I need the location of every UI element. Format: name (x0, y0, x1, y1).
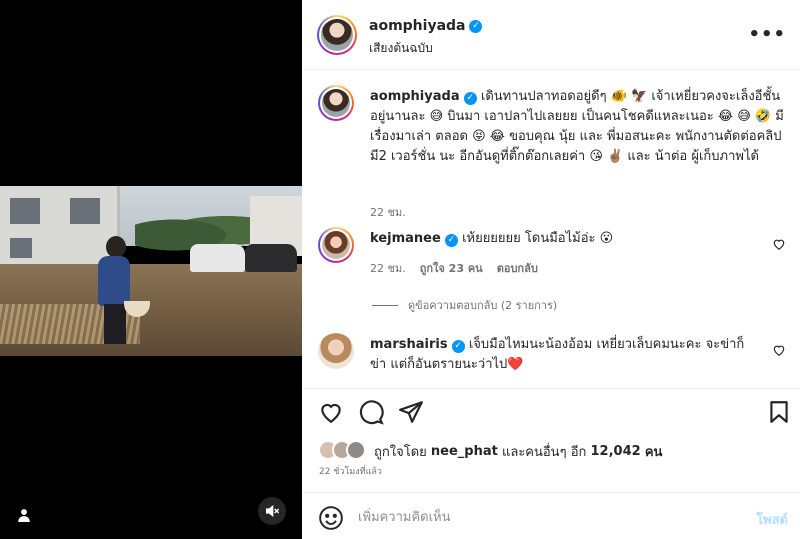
post-time[interactable]: 22 ชั่วโมงที่แล้ว (319, 464, 382, 478)
video-car-white (190, 244, 245, 272)
verified-badge-icon: ✓ (444, 234, 458, 247)
comment-likes[interactable]: ถูกใจ 23 คน (420, 259, 483, 277)
action-bar (302, 388, 800, 434)
comment-meta: 22 ชม. ถูกใจ 23 คน ตอบกลับ (370, 259, 538, 277)
comment-icon[interactable] (358, 399, 384, 425)
post-header: aomphiyada ✓ เสียงต้นฉบับ ••• (302, 0, 800, 70)
comments-section: aomphiyada ✓ เดินทานปลาทอดอยู่ดีๆ 🐠 🦅 เจ… (302, 71, 800, 387)
likes-suffix: คน (644, 444, 663, 460)
video-player[interactable] (0, 186, 302, 356)
caption-text-block: aomphiyada ✓ เดินทานปลาทอดอยู่ดีๆ 🐠 🦅 เจ… (370, 87, 784, 167)
reply-button[interactable]: ตอบกลับ (497, 259, 538, 277)
comment-time[interactable]: 22 ชม. (370, 259, 406, 277)
view-replies-label[interactable]: ดูข้อความตอบกลับ (2 รายการ) (408, 296, 557, 314)
verified-badge-icon: ✓ (451, 340, 465, 353)
comment-text-block: marshairis ✓ เจ็บมือไหมนะน้องอ้อม เหยี่ย… (370, 335, 758, 375)
video-car-black (245, 244, 297, 272)
view-replies-line (372, 304, 398, 306)
verified-badge-icon: ✓ (469, 19, 483, 33)
caption-meta: 22 ชม. (370, 203, 406, 221)
comment-text: เห้ยยยยยย โดนมือไม้อ่ะ 😮 (462, 231, 614, 246)
user-tag-icon[interactable] (12, 503, 36, 527)
caption-avatar[interactable] (318, 85, 354, 121)
post-panel: aomphiyada ✓ เสียงต้นฉบับ ••• aomphiyada… (302, 0, 800, 539)
more-options-icon[interactable]: ••• (748, 24, 786, 45)
likes-summary[interactable]: ถูกใจโดย nee_phat และคนอื่นๆ อีก 12,042 … (318, 438, 662, 464)
comment-avatar[interactable] (318, 227, 354, 263)
caption-username[interactable]: aomphiyada (370, 89, 460, 104)
media-viewer[interactable] (0, 0, 302, 539)
post-button[interactable]: โพสต์ (756, 509, 788, 530)
author-avatar[interactable] (317, 15, 357, 55)
comment-like-icon[interactable] (772, 343, 786, 357)
comment-username[interactable]: marshairis (370, 337, 448, 352)
comment-avatar[interactable] (318, 333, 354, 369)
emoji-icon[interactable] (318, 505, 344, 531)
likes-user[interactable]: nee_phat (431, 444, 498, 459)
comment-like-icon[interactable] (772, 237, 786, 251)
liker-avatars (318, 440, 370, 462)
author-name-row[interactable]: aomphiyada ✓ (369, 18, 483, 34)
comment-composer: โพสต์ (302, 492, 800, 539)
comment-text-block: kejmanee ✓ เห้ยยยยยย โดนมือไม้อ่ะ 😮 (370, 229, 758, 249)
heart-icon[interactable] (318, 399, 344, 425)
likes-middle: และคนอื่นๆ อีก (501, 444, 587, 460)
bookmark-icon[interactable] (766, 399, 792, 425)
comment-username[interactable]: kejmanee (370, 231, 441, 246)
caption-time[interactable]: 22 ชม. (370, 203, 406, 221)
video-person (92, 236, 136, 346)
audio-label[interactable]: เสียงต้นฉบับ (369, 39, 433, 58)
verified-badge-icon: ✓ (463, 92, 477, 105)
view-replies-button[interactable]: ดูข้อความตอบกลับ (2 รายการ) (372, 296, 557, 314)
mute-icon[interactable] (258, 497, 286, 525)
likes-count[interactable]: 12,042 (591, 444, 641, 459)
comment-input[interactable] (358, 505, 728, 529)
share-icon[interactable] (398, 399, 424, 425)
author-username[interactable]: aomphiyada (369, 18, 465, 34)
likes-prefix: ถูกใจโดย (374, 444, 427, 460)
